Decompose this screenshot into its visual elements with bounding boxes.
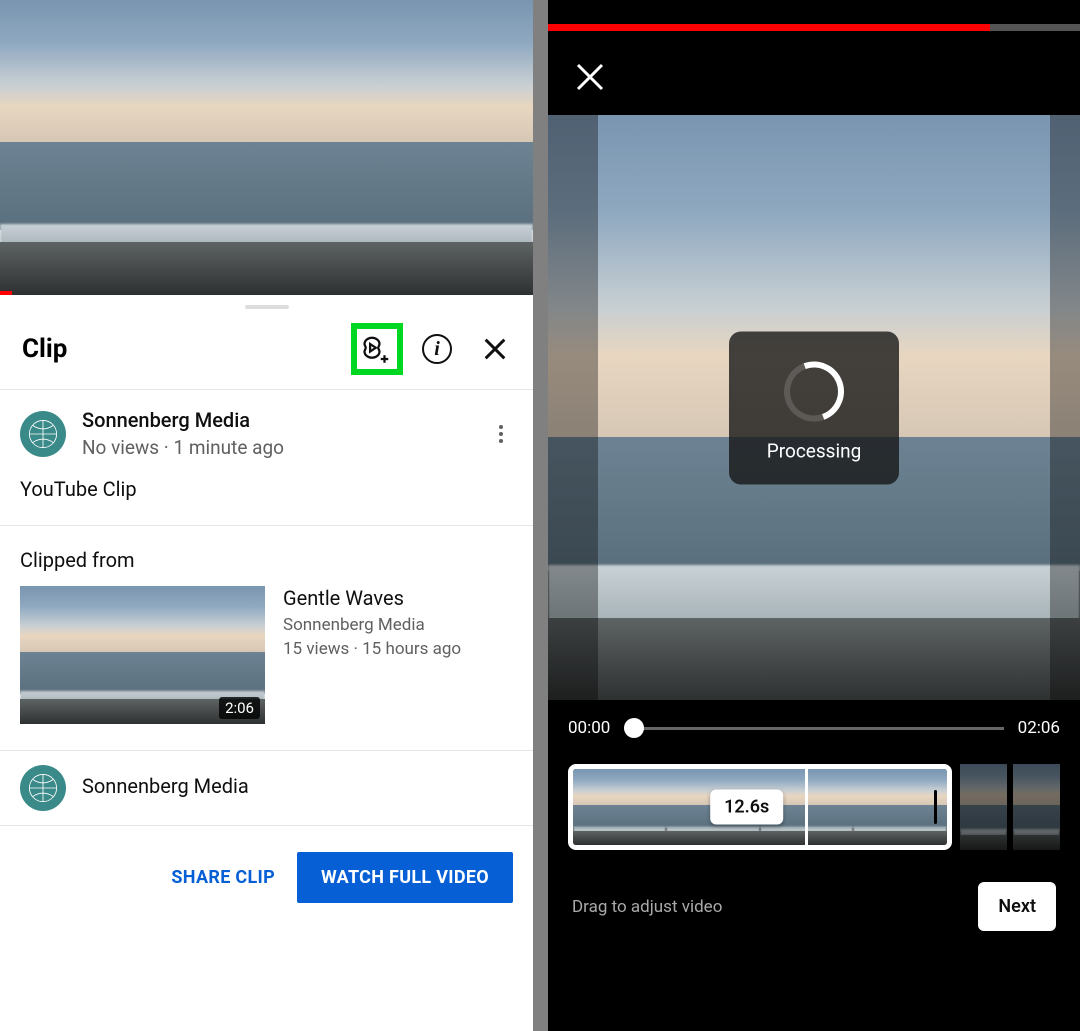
short-editor-screen: Processing 00:00 02:06 12.6s <box>548 0 1080 1031</box>
sheet-header: Clip i <box>0 309 533 390</box>
source-title: Gentle Waves <box>283 586 461 610</box>
video-preview[interactable]: Processing <box>548 115 1080 700</box>
source-info: Gentle Waves Sonnenberg Media 15 views ·… <box>283 586 461 724</box>
source-channel-name: Sonnenberg Media <box>82 774 249 798</box>
time-end: 02:06 <box>1018 718 1060 738</box>
close-sheet-button[interactable] <box>475 329 515 369</box>
channel-info: Sonnenberg Media No views · 1 minute ago <box>82 408 473 459</box>
video-progress <box>0 291 12 295</box>
source-thumbnail: 2:06 <box>20 586 265 724</box>
clip-title: YouTube Clip <box>0 459 533 526</box>
bottom-row: Drag to adjust video Next <box>548 850 1080 931</box>
close-editor-button[interactable] <box>572 59 614 101</box>
sheet-title: Clip <box>22 334 67 364</box>
video-frame <box>0 0 533 295</box>
close-icon <box>481 335 509 363</box>
shorts-plus-icon <box>362 334 392 364</box>
source-video-row[interactable]: 2:06 Gentle Waves Sonnenberg Media 15 vi… <box>0 586 533 751</box>
playhead-line[interactable] <box>805 764 808 850</box>
spinner-icon <box>774 351 854 431</box>
globe-icon <box>26 417 60 451</box>
clip-channel-row[interactable]: Sonnenberg Media No views · 1 minute ago <box>0 390 533 459</box>
drag-hint: Drag to adjust video <box>572 897 722 917</box>
globe-icon <box>26 771 60 805</box>
channel-meta: No views · 1 minute ago <box>82 436 473 459</box>
info-button[interactable]: i <box>417 329 457 369</box>
clip-overflow-menu[interactable] <box>489 425 513 443</box>
upload-progress-track <box>548 24 1080 31</box>
next-button[interactable]: Next <box>978 882 1056 931</box>
source-channel-row[interactable]: Sonnenberg Media <box>0 751 533 826</box>
close-icon <box>572 59 608 95</box>
clip-sheet-screen: Clip i <box>0 0 533 1031</box>
scrub-row: 00:00 02:06 <box>548 700 1080 748</box>
crop-dim-left <box>548 115 598 700</box>
video-player[interactable] <box>0 0 533 295</box>
trim-handle-right[interactable] <box>934 790 937 824</box>
crop-dim-right <box>1050 115 1080 700</box>
create-short-highlight <box>351 323 403 375</box>
trim-duration-pill: 12.6s <box>710 790 783 825</box>
source-channel: Sonnenberg Media <box>283 614 461 638</box>
scrubber[interactable] <box>624 718 1003 738</box>
processing-label: Processing <box>739 439 889 462</box>
watch-full-video-button[interactable]: WATCH FULL VIDEO <box>297 852 513 903</box>
processing-overlay: Processing <box>729 331 899 484</box>
trim-range[interactable]: 12.6s <box>568 764 952 850</box>
share-clip-button[interactable]: SHARE CLIP <box>171 867 275 888</box>
source-channel-avatar <box>20 765 66 811</box>
trim-timeline[interactable]: 12.6s <box>568 764 1060 850</box>
clip-bottom-sheet: Clip i <box>0 295 533 1031</box>
scrubber-knob[interactable] <box>624 718 644 738</box>
channel-name: Sonnenberg Media <box>82 408 473 432</box>
time-start: 00:00 <box>568 718 610 738</box>
action-row: SHARE CLIP WATCH FULL VIDEO <box>0 826 533 929</box>
duration-badge: 2:06 <box>219 697 260 719</box>
source-meta: 15 views · 15 hours ago <box>283 638 461 662</box>
create-short-button[interactable] <box>357 329 397 369</box>
trim-overflow <box>952 764 1060 850</box>
info-icon: i <box>422 334 452 364</box>
upload-progress-fill <box>548 24 990 31</box>
clipped-from-label: Clipped from <box>0 526 533 586</box>
channel-avatar <box>20 411 66 457</box>
